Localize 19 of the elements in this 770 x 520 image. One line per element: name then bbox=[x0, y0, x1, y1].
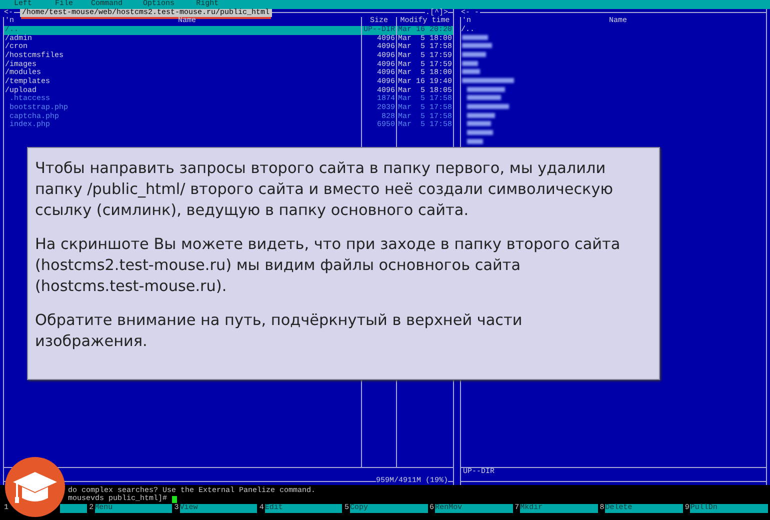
blurred-filename bbox=[467, 138, 483, 144]
graduation-cap-icon bbox=[5, 457, 65, 517]
note-paragraph: Чтобы направить запросы второго сайта в папку первого, мы удалили папку /public_html/ второго сайта и вместо неё создали символическую ссылку (симлинк), ведущую в папку основного сайта. bbox=[35, 158, 614, 221]
blurred-filename bbox=[462, 34, 488, 40]
blurred-filename bbox=[462, 52, 486, 57]
text-cursor bbox=[172, 496, 178, 504]
blurred-filename bbox=[467, 121, 491, 126]
blurred-filename bbox=[467, 104, 509, 109]
blurred-filename bbox=[462, 78, 514, 83]
note-paragraph: Обратите внимание на путь, подчёркнутый в верхней части изображения. bbox=[35, 310, 524, 352]
blurred-filename bbox=[467, 86, 505, 92]
blurred-filename bbox=[467, 130, 493, 135]
note-paragraph: На скриншоте Вы можете видеть, что при заходе в папку второго сайта (hostcms2.test-mouse.ru) мы видим файлы основногоь сайта (hostcms.test-mouse.ru). bbox=[35, 234, 621, 297]
blurred-filename bbox=[467, 112, 495, 118]
blurred-filename bbox=[462, 60, 478, 66]
blurred-filename bbox=[462, 69, 480, 74]
blurred-filename bbox=[462, 43, 492, 48]
function-key-bar bbox=[60, 504, 88, 513]
blurred-filename bbox=[467, 95, 501, 100]
